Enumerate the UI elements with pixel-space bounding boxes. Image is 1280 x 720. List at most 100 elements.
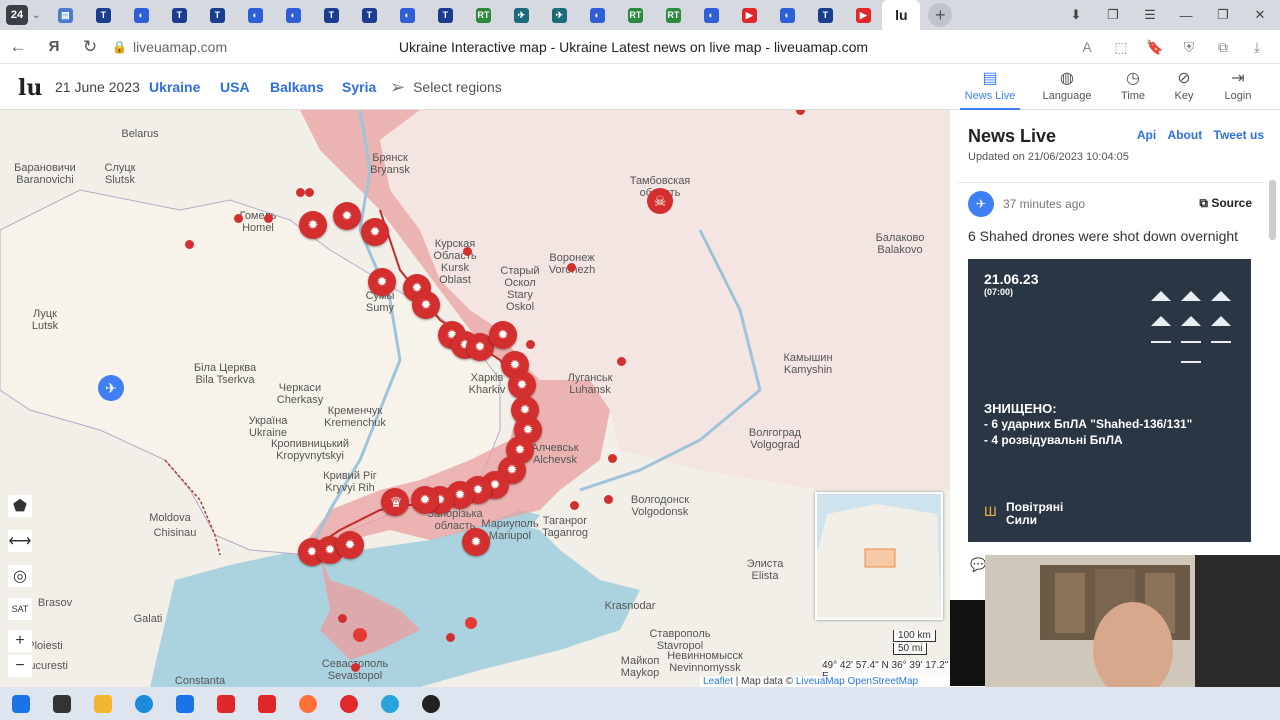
sat-button[interactable]: SAT: [8, 598, 32, 620]
browser-tab[interactable]: RT: [464, 0, 502, 30]
browser-tab[interactable]: T: [312, 0, 350, 30]
close-window-button[interactable]: ✕: [1242, 0, 1278, 30]
browser-tab[interactable]: ▶: [730, 0, 768, 30]
arrows-button[interactable]: ⟷: [8, 530, 32, 552]
explosion-marker-icon[interactable]: ✹: [361, 218, 389, 246]
event-dot-marker[interactable]: [526, 340, 535, 349]
browser-tab[interactable]: ◐: [274, 0, 312, 30]
event-dot-marker[interactable]: [463, 247, 472, 256]
comment-icon[interactable]: 💬: [970, 557, 986, 573]
browser-tab[interactable]: ◐: [578, 0, 616, 30]
downloads-icon[interactable]: ⤓: [1240, 39, 1274, 56]
explosion-marker-icon[interactable]: ✹: [299, 211, 327, 239]
event-dot-marker[interactable]: [567, 263, 576, 272]
region-syria[interactable]: Syria: [333, 72, 385, 102]
tab-count-badge[interactable]: 24: [6, 5, 28, 25]
event-dot-marker[interactable]: [351, 663, 360, 672]
taskbar-button[interactable]: [41, 687, 82, 720]
restore-button[interactable]: ❐: [1205, 0, 1241, 30]
taskbar-button[interactable]: [123, 687, 164, 720]
extension-icon[interactable]: ⬚: [1104, 39, 1138, 56]
panel-scrollbar[interactable]: [1269, 180, 1276, 240]
event-dot-marker[interactable]: [617, 357, 626, 366]
browser-tab[interactable]: ✈: [540, 0, 578, 30]
crown-marker-icon[interactable]: ♛: [383, 489, 409, 515]
browser-tab[interactable]: T: [426, 0, 464, 30]
menu-icon[interactable]: ☰: [1132, 0, 1168, 30]
explosion-marker-icon[interactable]: ✹: [508, 371, 536, 399]
taskbar-button[interactable]: [205, 687, 246, 720]
event-dot-marker[interactable]: [296, 188, 305, 197]
event-dot-marker[interactable]: [608, 454, 617, 463]
download-icon[interactable]: ⬇: [1058, 0, 1094, 30]
tool-key[interactable]: ⊘ Key: [1154, 68, 1214, 102]
taskbar-button[interactable]: [82, 687, 123, 720]
chevron-down-icon[interactable]: ⌄: [32, 10, 40, 21]
tool-news-live[interactable]: ▤ News Live: [960, 68, 1020, 110]
browser-tab[interactable]: T: [806, 0, 844, 30]
liveuamap-link[interactable]: LiveuaMap: [796, 676, 845, 687]
tool-login[interactable]: ⇥ Login: [1208, 68, 1268, 102]
event-dot-marker[interactable]: [604, 495, 613, 504]
tweet-us-link[interactable]: Tweet us: [1214, 128, 1264, 142]
taskbar-button[interactable]: [369, 687, 410, 720]
news-image[interactable]: 21.06.23 (07:00) ЗНИЩЕНО: - 6 ударних Бп…: [968, 259, 1251, 542]
bookmark-icon[interactable]: 🔖: [1138, 39, 1172, 56]
event-dot-marker[interactable]: [338, 614, 347, 623]
drone-marker-icon[interactable]: ✈: [98, 375, 124, 401]
browser-tab[interactable]: ▶: [844, 0, 882, 30]
explosion-marker-icon[interactable]: ✹: [412, 291, 440, 319]
new-tab-button[interactable]: +: [928, 3, 953, 27]
back-icon[interactable]: ←: [0, 30, 36, 64]
about-link[interactable]: About: [1168, 128, 1203, 142]
event-dot-marker[interactable]: [234, 214, 243, 223]
event-dot-marker[interactable]: [570, 501, 579, 510]
minimap-viewport[interactable]: [864, 548, 896, 568]
region-ukraine[interactable]: Ukraine: [140, 72, 209, 102]
liveuamap-logo[interactable]: lu: [18, 75, 42, 101]
event-dot-marker[interactable]: [305, 188, 314, 197]
region-balkans[interactable]: Balkans: [261, 72, 333, 102]
browser-tab[interactable]: T: [198, 0, 236, 30]
browser-tab[interactable]: ◐: [122, 0, 160, 30]
taskbar-button[interactable]: [328, 687, 369, 720]
large-dot-marker[interactable]: [465, 617, 477, 629]
news-item[interactable]: ✈ 37 minutes ago ⧉ Source 6 Shahed drone…: [958, 182, 1264, 542]
taskbar-button[interactable]: [164, 687, 205, 720]
taskbar-button[interactable]: [246, 687, 287, 720]
skull-marker-icon[interactable]: ☠: [647, 188, 673, 214]
taskbar-button[interactable]: [287, 687, 328, 720]
layers-button[interactable]: ⬟: [8, 495, 32, 517]
url-field[interactable]: liveuamap.com: [133, 39, 227, 55]
browser-tab[interactable]: ✈: [502, 0, 540, 30]
explosion-marker-icon[interactable]: ✹: [333, 202, 361, 230]
browser-tab[interactable]: T: [84, 0, 122, 30]
taskbar-button[interactable]: [410, 687, 451, 720]
event-dot-marker[interactable]: [185, 240, 194, 249]
browser-tab[interactable]: ▤: [46, 0, 84, 30]
explosion-marker-icon[interactable]: ✹: [368, 268, 396, 296]
header-date[interactable]: 21 June 2023: [55, 79, 140, 95]
map-canvas[interactable]: Belarus Брянск Bryansk Гомель Homel Баранов…: [0, 110, 950, 687]
browser-tab[interactable]: RT: [616, 0, 654, 30]
collections-icon[interactable]: ⧉: [1206, 39, 1240, 56]
tool-language[interactable]: ◍ Language: [1037, 68, 1097, 102]
large-dot-marker[interactable]: [353, 628, 367, 642]
select-regions-button[interactable]: ➢ Select regions: [390, 72, 502, 102]
translate-icon[interactable]: A: [1070, 39, 1104, 55]
yandex-icon[interactable]: Я: [36, 30, 72, 64]
browser-tab[interactable]: T: [160, 0, 198, 30]
minimap[interactable]: [815, 492, 943, 620]
event-dot-marker[interactable]: [446, 633, 455, 642]
region-usa[interactable]: USA: [211, 72, 259, 102]
shield-icon[interactable]: ⛨: [1172, 39, 1206, 56]
event-dot-marker[interactable]: [264, 214, 273, 223]
osm-link[interactable]: OpenStreetMap: [848, 676, 919, 687]
tab-liveuamap[interactable]: lu: [882, 0, 921, 30]
explosion-marker-icon[interactable]: ✹: [411, 486, 439, 514]
browser-tab[interactable]: ◐: [388, 0, 426, 30]
explosion-marker-icon[interactable]: ✹: [462, 528, 490, 556]
explosion-marker-icon[interactable]: ✹: [336, 531, 364, 559]
zoom-in-button[interactable]: +: [8, 630, 32, 652]
news-text[interactable]: 6 Shahed drones were shot down overnight: [968, 228, 1238, 244]
